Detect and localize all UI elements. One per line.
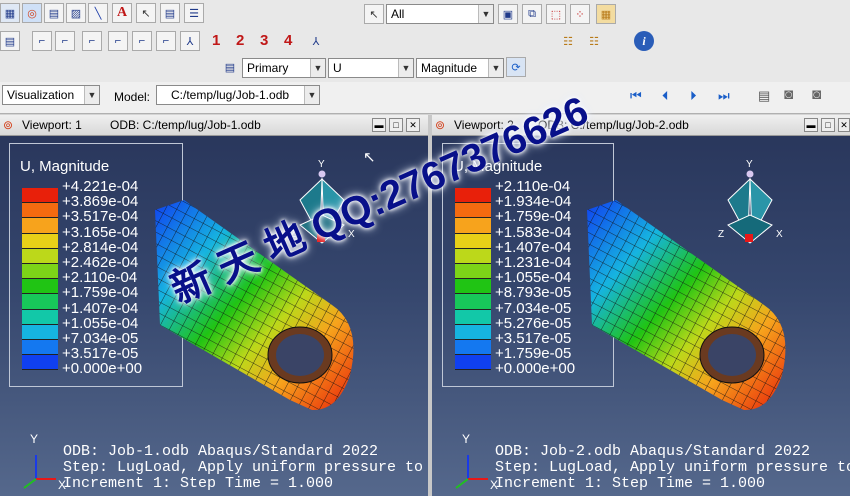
viewport-1-footer-odb: ODB: Job-1.odb Abaqus/Standard 2022 (63, 443, 379, 460)
chevron-down-icon: ▼ (304, 86, 319, 104)
table-icon[interactable]: ▤ (44, 3, 64, 23)
model-path: C:/temp/lug/Job-1.odb (171, 88, 290, 102)
viewport-1-footer-increment: Increment 1: Step Time = 1.000 (63, 475, 334, 492)
info-icon[interactable]: i (634, 31, 654, 51)
variable-value: U (333, 61, 342, 75)
chevron-down-icon: ▼ (84, 86, 99, 104)
view-front-icon[interactable]: ⌐ (32, 31, 52, 51)
view-manager-icon[interactable]: ▤ (0, 31, 20, 51)
ladder-icon[interactable]: ☷ (584, 31, 604, 51)
module-value: Visualization (7, 88, 75, 102)
viewport-2-footer-step: Step: LugLoad, Apply uniform pressure to… (495, 459, 850, 476)
model-select[interactable]: C:/temp/lug/Job-1.odb ▼ (156, 85, 320, 105)
refresh-icon[interactable]: ⟳ (506, 57, 526, 77)
select-nodes-icon[interactable]: ⁘ (570, 4, 590, 24)
selection-arrow-icon[interactable]: ↖ (364, 4, 384, 24)
module-select[interactable]: Visualization ▼ (2, 85, 100, 105)
select-pointer-icon[interactable]: ↖ (136, 3, 156, 23)
chevron-down-icon: ▼ (488, 59, 503, 77)
viewport-2-footer-increment: Increment 1: Step Time = 1.000 (495, 475, 766, 492)
text-annotation-icon[interactable]: A (112, 3, 132, 23)
view-2-button[interactable]: 2 (236, 32, 244, 49)
list-icon[interactable]: ☰ (184, 3, 204, 23)
previous-frame-icon[interactable]: ⏴ (662, 88, 669, 104)
mouse-cursor-icon: ↖ (363, 149, 376, 166)
step-value: Primary (247, 61, 289, 75)
query-icon[interactable]: ▨ (66, 3, 86, 23)
field-output-icon[interactable]: ▤ (220, 57, 240, 77)
chevron-down-icon: ▼ (310, 59, 325, 77)
mesh-icon[interactable]: ☷ (558, 31, 578, 51)
package-icon[interactable]: ▦ (596, 4, 616, 24)
camera-movie-icon[interactable]: ◙ (812, 86, 821, 103)
selection-filter-select[interactable]: All ▼ (386, 4, 494, 24)
axis-2-y-label: Y (462, 432, 470, 446)
invariant-value: Magnitude (421, 61, 478, 75)
toolbar-row-1: ▦ ◎ ▤ ▨ ╲ A ↖ ▤ ☰ ↖ All ▼ ▣ ⧉ ⬚ ⁘ ▦ (0, 0, 850, 28)
field-output-toolbar: ▤ Primary ▼ U ▼ Magnitude ▼ ⟳ (0, 54, 850, 82)
render-style-icon[interactable]: ▦ (0, 3, 20, 23)
last-frame-icon[interactable]: ⏭ (718, 88, 730, 104)
select-icon-2[interactable]: ⧉ (522, 4, 542, 24)
triad-icon[interactable]: ⅄ (306, 31, 326, 51)
view-right-icon[interactable]: ⌐ (156, 31, 176, 51)
view-bottom-icon[interactable]: ⌐ (108, 31, 128, 51)
view-3-button[interactable]: 3 (260, 32, 268, 49)
triad-2-y-label: Y (746, 159, 753, 170)
axis-1-y-label: Y (30, 432, 38, 446)
selection-filter-value: All (391, 7, 405, 21)
first-frame-icon[interactable]: ⏮ (630, 88, 642, 104)
select-icon-1[interactable]: ▣ (498, 4, 518, 24)
viewport-2-footer-odb: ODB: Job-2.odb Abaqus/Standard 2022 (495, 443, 811, 460)
view-4-button[interactable]: 4 (284, 32, 292, 49)
step-select[interactable]: Primary ▼ (242, 58, 326, 78)
toolbar-row-2: ▤ ⌐ ⌐ ⌐ ⌐ ⌐ ⌐ ⅄ 1 2 3 4 ⅄ ☷ ☷ i (0, 28, 850, 54)
chevron-down-icon: ▼ (478, 5, 493, 23)
view-1-button[interactable]: 1 (212, 32, 220, 49)
options-icon[interactable]: ▤ (160, 3, 180, 23)
viewport-1-footer-step: Step: LugLoad, Apply uniform pressure to… (63, 459, 428, 476)
camera-icon[interactable]: ◙ (784, 86, 793, 103)
invariant-select[interactable]: Magnitude ▼ (416, 58, 504, 78)
next-frame-icon[interactable]: ⏵ (690, 88, 697, 104)
triad-2-z-label: Z (718, 229, 724, 240)
shaded-icon[interactable]: ◎ (22, 3, 42, 23)
orientation-triad-2: Y Z X (718, 159, 783, 244)
model-label: Model: (114, 90, 151, 104)
view-left-icon[interactable]: ⌐ (132, 31, 152, 51)
view-top-icon[interactable]: ⌐ (82, 31, 102, 51)
view-back-icon[interactable]: ⌐ (55, 31, 75, 51)
chevron-down-icon: ▼ (398, 59, 413, 77)
select-box-icon[interactable]: ⬚ (546, 4, 566, 24)
variable-select[interactable]: U ▼ (328, 58, 414, 78)
animation-options-icon[interactable]: ▤ (758, 88, 770, 104)
view-iso-icon[interactable]: ⅄ (180, 31, 200, 51)
context-bar: Visualization ▼ Model: C:/temp/lug/Job-1… (0, 82, 850, 114)
triad-2-x-label: X (776, 229, 783, 240)
arrow-icon[interactable]: ╲ (88, 3, 108, 23)
triad-y-label: Y (318, 159, 325, 170)
